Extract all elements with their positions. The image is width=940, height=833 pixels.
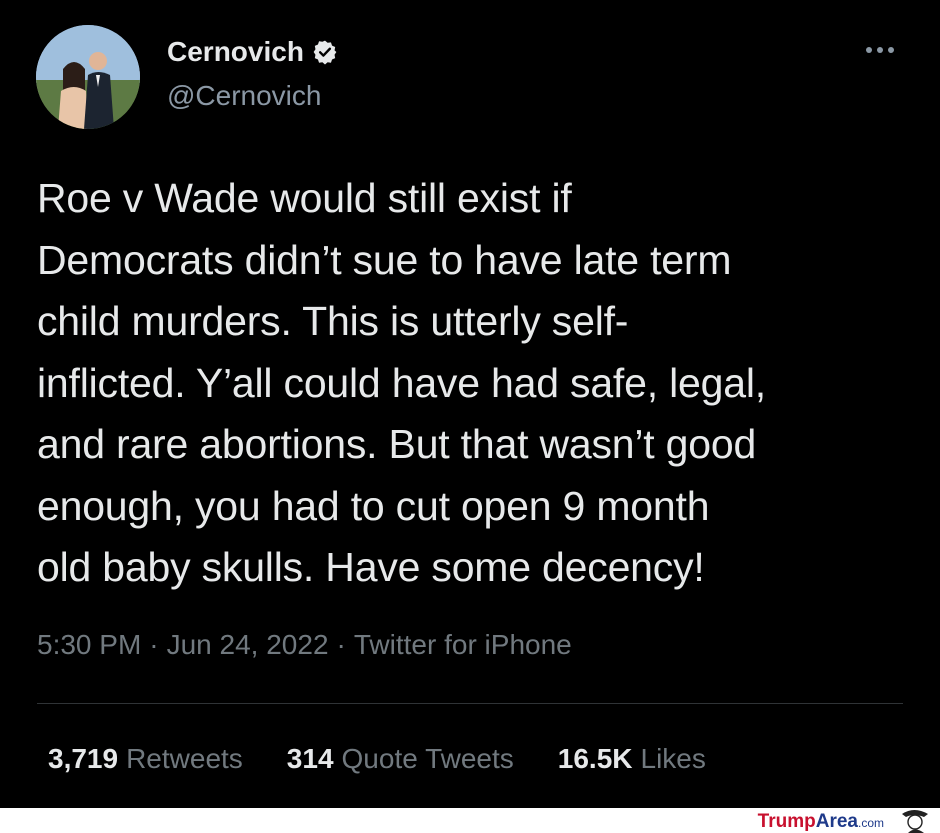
tweet-meta: 5:30 PM · Jun 24, 2022 · Twitter for iPhone (37, 629, 572, 661)
tweet-card: Cernovich @Cernovich Roe v Wade would st… (0, 0, 940, 808)
quote-tweets-count: 314 (286, 743, 334, 774)
quote-tweets-stat[interactable]: 314 Quote Tweets (287, 743, 514, 775)
avatar-photo (36, 25, 140, 129)
retweets-stat[interactable]: 3,719 Retweets (48, 743, 243, 775)
tweet-date[interactable]: Jun 24, 2022 (167, 629, 329, 660)
likes-stat[interactable]: 16.5K Likes (558, 743, 706, 775)
watermark-part: Trump (757, 811, 816, 832)
tweet-source[interactable]: Twitter for iPhone (354, 629, 572, 660)
more-options-icon[interactable] (866, 40, 902, 60)
watermark-part: Area (815, 811, 858, 832)
likes-count: 16.5K (557, 743, 633, 774)
divider (37, 703, 903, 704)
tweet-text: Roe v Wade would still exist if Democrat… (37, 175, 766, 590)
retweets-label: Retweets (126, 743, 243, 774)
meta-separator: · (149, 629, 159, 660)
dot (866, 47, 872, 53)
author-handle[interactable]: @Cernovich (167, 80, 321, 112)
likes-label: Likes (640, 743, 706, 774)
author-name-row: Cernovich (167, 36, 338, 68)
avatar[interactable] (36, 25, 140, 129)
display-name[interactable]: Cernovich (167, 36, 304, 68)
watermark-part: .com (857, 816, 884, 830)
watermark-logo-icon (902, 810, 928, 833)
dot (888, 47, 894, 53)
quote-tweets-label: Quote Tweets (341, 743, 514, 774)
verified-badge-icon (313, 40, 337, 65)
meta-separator: · (336, 629, 346, 660)
retweets-count: 3,719 (48, 743, 119, 774)
watermark-bar: TrumpArea.com (0, 808, 940, 833)
watermark-text: TrumpArea.com (758, 811, 884, 833)
engagement-stats: 3,719 Retweets 314 Quote Tweets 16.5K Likes (48, 743, 706, 775)
tweet-time[interactable]: 5:30 PM (37, 629, 141, 660)
dot (877, 47, 883, 53)
